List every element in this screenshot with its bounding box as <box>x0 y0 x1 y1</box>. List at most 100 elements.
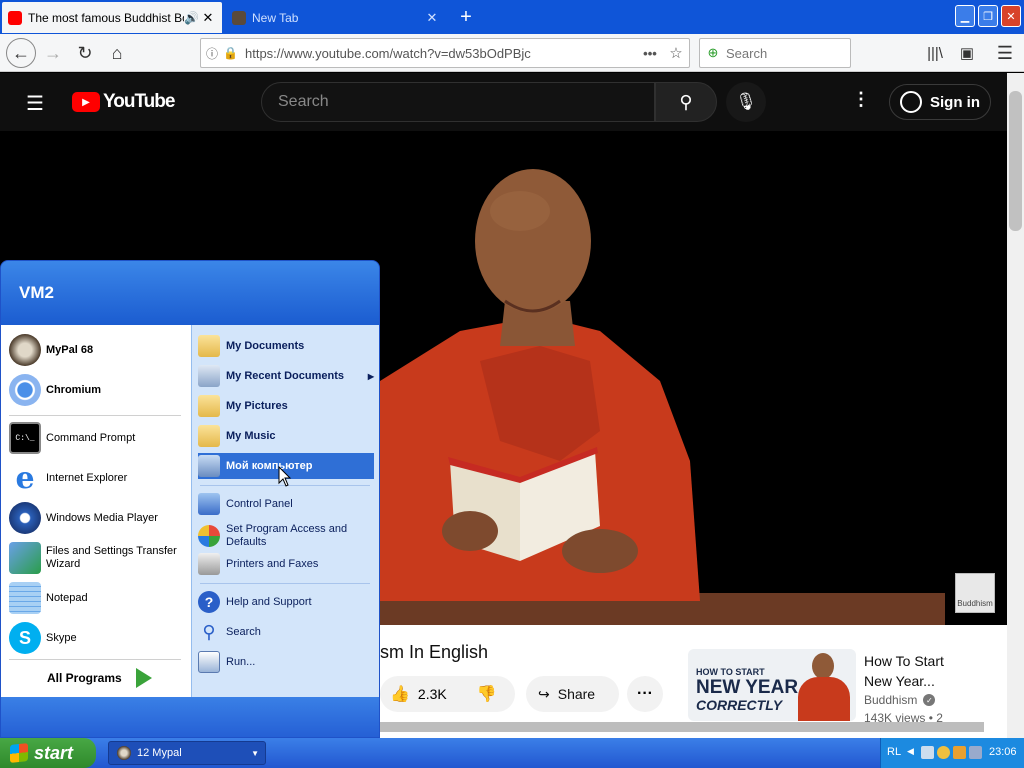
like-count: 2.3K <box>417 686 447 702</box>
start-item-my-documents[interactable]: My Documents <box>198 333 374 359</box>
all-programs-button[interactable]: All Programs <box>47 665 152 691</box>
restore-icon[interactable]: ❐ <box>978 5 998 27</box>
share-button[interactable]: ↪ Share <box>526 676 619 712</box>
start-item-my-pictures[interactable]: My Pictures <box>198 393 374 419</box>
suggested-channel[interactable]: Buddhism ✓ <box>864 693 936 707</box>
forward-icon[interactable]: → <box>40 40 66 66</box>
page-scrollbar[interactable] <box>1007 73 1024 738</box>
start-item-printers[interactable]: Printers and Faxes <box>198 551 374 577</box>
bookmark-star-icon[interactable]: ☆ <box>663 44 689 62</box>
start-item-help[interactable]: ? Help and Support <box>198 589 374 615</box>
control-panel-icon <box>198 493 220 515</box>
more-actions-icon[interactable]: ··· <box>627 676 663 712</box>
youtube-header: ☰ ▶ YouTube Search ⚲ 🎙 ⋮ Sign in <box>0 73 1007 131</box>
microphone-icon[interactable]: 🎙 <box>726 82 766 122</box>
start-item-command-prompt[interactable]: C:\_ Command Prompt <box>9 421 135 455</box>
tray-volume-icon[interactable] <box>969 746 982 759</box>
search-icon: ⚲ <box>679 91 693 112</box>
new-tab-button[interactable]: + <box>452 2 480 33</box>
url-bar[interactable]: ⓘ 🔒 https://www.youtube.com/watch?v=dw53… <box>200 38 690 68</box>
info-icon[interactable]: ⓘ <box>201 45 223 62</box>
separator <box>9 659 181 660</box>
suggested-title-line2: New Year... <box>864 673 935 689</box>
url-text[interactable]: https://www.youtube.com/watch?v=dw53bOdP… <box>241 46 637 61</box>
page-actions-icon[interactable]: ••• <box>637 46 663 61</box>
clock[interactable]: 23:06 <box>989 746 1017 758</box>
start-item-internet-explorer[interactable]: e Internet Explorer <box>9 461 128 496</box>
start-item-label: MyPal 68 <box>46 344 94 356</box>
folder-documents-icon <box>198 335 220 357</box>
youtube-search-button[interactable]: ⚲ <box>655 82 717 122</box>
chromium-icon <box>9 374 41 406</box>
start-item-mypal[interactable]: MyPal 68 <box>9 333 93 367</box>
youtube-logo[interactable]: ▶ YouTube <box>72 91 175 113</box>
horizontal-scrollbar[interactable] <box>380 722 984 732</box>
thumbs-down-icon[interactable]: 👎 <box>477 684 497 704</box>
scrollbar-thumb[interactable] <box>1009 91 1022 231</box>
close-window-icon[interactable]: ✕ <box>1001 5 1021 27</box>
speaker-icon[interactable]: 🔊 <box>184 11 200 25</box>
start-item-program-access[interactable]: Set Program Access and Defaults <box>198 521 374 551</box>
tray-network-icon[interactable] <box>921 746 934 759</box>
mypal-favicon-icon <box>232 10 246 25</box>
youtube-search-input[interactable]: Search <box>261 82 655 122</box>
start-item-media-player[interactable]: Windows Media Player <box>9 501 158 535</box>
start-menu-right-pane: My Documents My Recent Documents ▶ My Pi… <box>191 325 379 697</box>
tray-mypal-icon[interactable] <box>937 746 950 759</box>
start-item-run[interactable]: Run... <box>198 649 374 675</box>
hamburger-menu-icon[interactable]: ☰ <box>26 91 44 116</box>
search-icon: ⊕ <box>707 45 719 60</box>
windows-logo-icon <box>10 743 28 763</box>
language-indicator[interactable]: RL <box>887 746 901 758</box>
tab-youtube[interactable]: The most famous Buddhist Boo 🔊 ✕ <box>2 2 222 33</box>
start-item-control-panel[interactable]: Control Panel <box>198 491 374 517</box>
separator <box>200 583 370 584</box>
start-item-my-music[interactable]: My Music <box>198 423 374 449</box>
start-item-transfer-wizard[interactable]: Files and Settings Transfer Wizard <box>9 541 187 575</box>
close-tab-icon[interactable]: ✕ <box>424 10 440 26</box>
start-item-label: Files and Settings Transfer Wizard <box>46 545 177 570</box>
close-tab-icon[interactable]: ✕ <box>200 10 216 26</box>
start-item-notepad[interactable]: Notepad <box>9 581 88 615</box>
tab-new-tab[interactable]: New Tab ✕ <box>226 2 446 33</box>
channel-watermark[interactable]: Buddhism <box>955 573 995 613</box>
start-item-label: My Documents <box>226 340 305 352</box>
reload-icon[interactable]: ↻ <box>72 40 98 66</box>
mypal-icon <box>9 334 41 366</box>
menu-icon[interactable]: ☰ <box>992 40 1018 66</box>
start-item-recent-documents[interactable]: My Recent Documents ▶ <box>198 363 374 389</box>
suggested-title-line1: How To Start <box>864 653 944 669</box>
start-item-skype[interactable]: S Skype <box>9 621 77 655</box>
more-options-icon[interactable]: ⋮ <box>852 89 870 110</box>
tray-security-icon[interactable] <box>953 746 966 759</box>
taskbar-item-mypal[interactable]: 12 Mypal ▼ <box>108 741 266 765</box>
start-item-chromium[interactable]: Chromium <box>9 373 101 407</box>
tray-expand-icon[interactable]: ◀ <box>907 746 914 757</box>
suggested-video-thumbnail[interactable]: HOW TO START NEW YEAR CORRECTLY <box>688 649 856 721</box>
youtube-play-icon: ▶ <box>72 92 100 112</box>
start-item-label: Мой компьютер <box>226 460 313 472</box>
tab-title: New Tab <box>252 10 299 25</box>
minimize-icon[interactable]: ▁ <box>955 5 975 27</box>
sign-in-button[interactable]: Sign in <box>889 84 991 120</box>
start-button[interactable]: start <box>0 738 96 768</box>
browser-search-field[interactable]: ⊕ Search <box>699 38 851 68</box>
start-item-label: Command Prompt <box>46 432 136 444</box>
start-item-search[interactable]: ⚲ Search <box>198 619 374 645</box>
sidebar-icon[interactable]: ▣ <box>954 40 980 66</box>
suggested-title[interactable]: How To Start New Year... <box>864 651 944 691</box>
start-item-label: Help and Support <box>226 596 312 608</box>
library-icon[interactable]: |||\ <box>922 40 948 66</box>
like-button[interactable]: 👍 2.3K 👎 <box>380 676 515 712</box>
browser-nav-bar: ← → ↻ ⌂ ⓘ 🔒 https://www.youtube.com/watc… <box>0 34 1024 72</box>
back-icon[interactable]: ← <box>6 38 36 68</box>
start-item-label: My Recent Documents <box>226 370 344 382</box>
home-icon[interactable]: ⌂ <box>104 40 130 66</box>
start-item-label: Skype <box>46 632 77 644</box>
start-label: start <box>34 742 74 763</box>
all-programs-label: All Programs <box>47 671 122 685</box>
submenu-arrow-icon: ▶ <box>367 371 374 381</box>
start-item-label: Internet Explorer <box>46 472 128 484</box>
mouse-cursor-icon <box>278 466 292 487</box>
start-menu-left-pane: MyPal 68 Chromium C:\_ Command Prompt e … <box>1 325 191 697</box>
